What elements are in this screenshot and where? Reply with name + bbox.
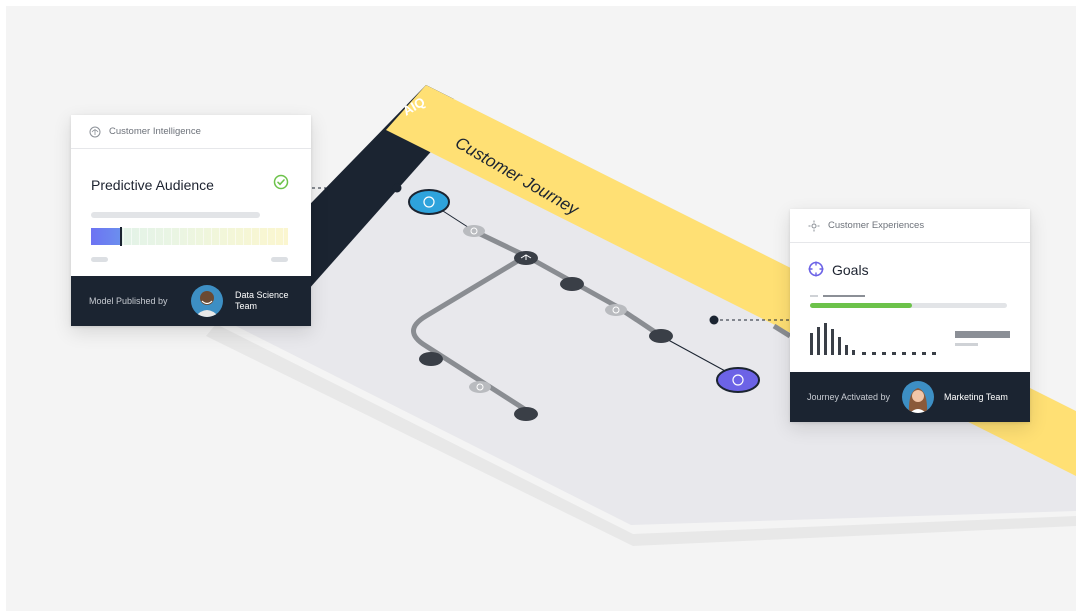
check-circle-icon <box>273 174 289 190</box>
audience-score-fill <box>91 228 121 245</box>
card-header-label: Customer Intelligence <box>109 126 201 137</box>
footer-label: Model Published by <box>89 296 168 306</box>
journey-node-step[interactable] <box>560 277 584 291</box>
placeholder-line <box>955 343 978 346</box>
goal-progress-fill <box>810 303 913 308</box>
journey-end-node[interactable] <box>716 367 760 393</box>
audience-score-marker <box>120 227 122 246</box>
customer-experiences-card[interactable]: Customer Experiences Goals Journey Activ… <box>790 209 1030 422</box>
brain-icon <box>89 126 101 137</box>
avatar <box>902 381 934 413</box>
audience-score-scale <box>91 227 288 246</box>
card-header: Customer Intelligence <box>71 115 311 149</box>
target-icon <box>808 261 824 277</box>
journey-start-node[interactable] <box>408 189 450 215</box>
settings-target-icon <box>808 220 820 231</box>
link-dot-left <box>392 183 402 193</box>
journey-node-step[interactable] <box>463 225 485 237</box>
placeholder-line <box>810 295 818 297</box>
card-title: Predictive Audience <box>91 177 214 193</box>
goal-progress-bar <box>810 303 1007 308</box>
journey-node-step[interactable] <box>469 381 491 393</box>
placeholder-line <box>823 295 865 297</box>
canvas: AIQ Customer Journey Customer Intelligen… <box>6 6 1076 611</box>
card-footer: Model Published by Data Science Team <box>71 276 311 326</box>
goal-histogram <box>810 323 936 355</box>
card-header-label: Customer Experiences <box>828 220 925 231</box>
avatar <box>191 285 223 317</box>
card-header: Customer Experiences <box>790 209 1030 243</box>
scale-min-placeholder <box>91 257 108 262</box>
link-dot-right <box>709 315 719 325</box>
journey-node-step[interactable] <box>649 329 673 343</box>
footer-label: Journey Activated by <box>807 392 891 402</box>
scale-max-placeholder <box>271 257 288 262</box>
journey-node-step[interactable] <box>514 407 538 421</box>
footer-team: Data Science Team <box>235 290 289 311</box>
journey-node-step[interactable] <box>419 352 443 366</box>
card-footer: Journey Activated by Marketing Team <box>790 372 1030 422</box>
journey-node-step[interactable] <box>605 304 627 316</box>
footer-team: Marketing Team <box>944 392 1008 402</box>
customer-intelligence-card[interactable]: Customer Intelligence Predictive Audienc… <box>71 115 311 326</box>
placeholder-bar <box>91 212 260 218</box>
card-title: Goals <box>832 262 869 278</box>
placeholder-line <box>955 331 1010 338</box>
